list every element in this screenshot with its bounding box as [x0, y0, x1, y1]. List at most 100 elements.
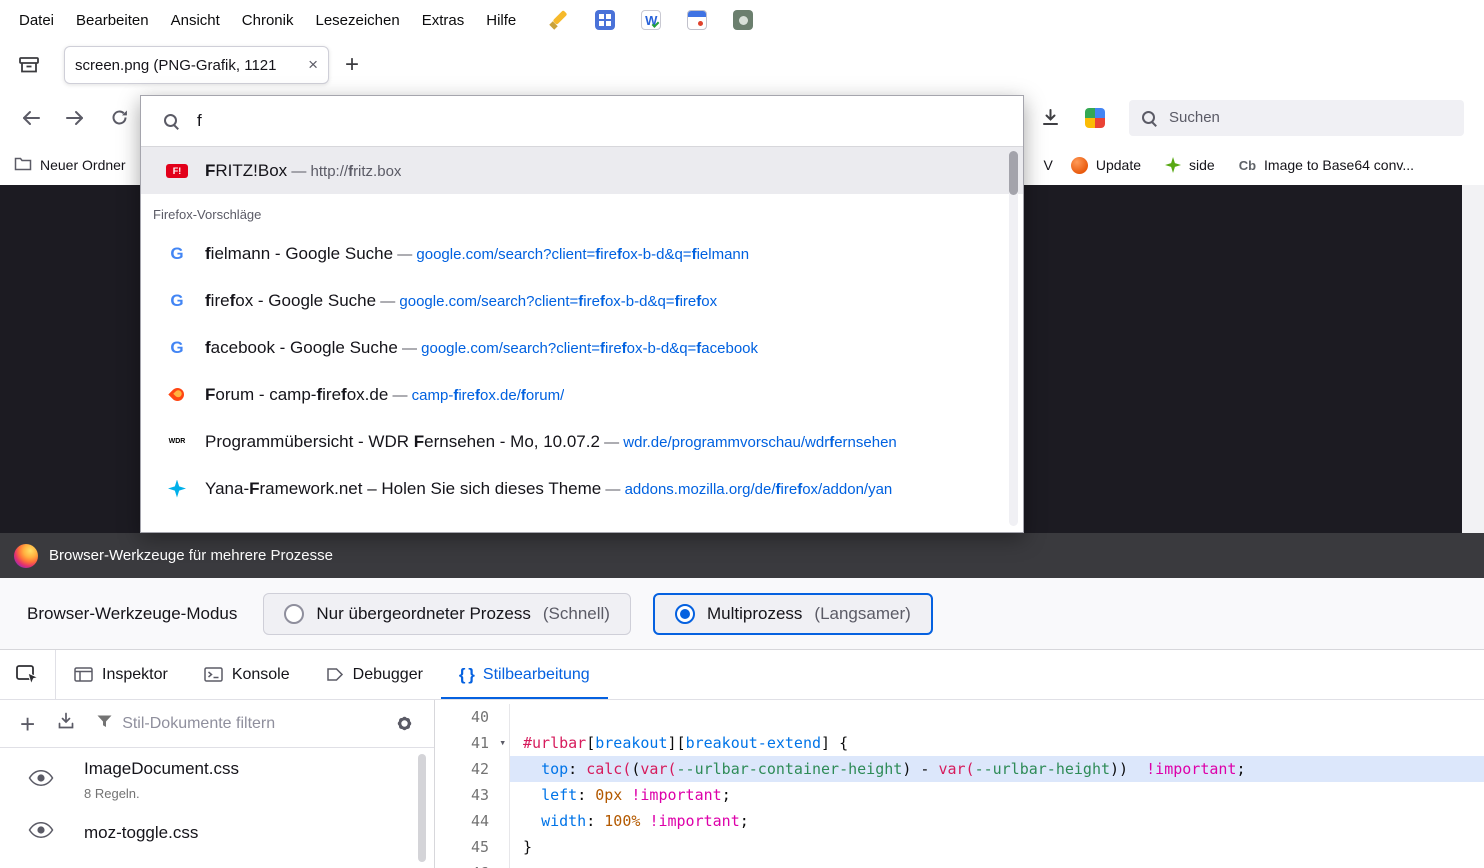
suggestion-row[interactable]: Gfacebook - Google Suche — google.com/se… [141, 324, 1023, 371]
popup-scrollbar-thumb[interactable] [1009, 151, 1018, 195]
downloads-button[interactable] [1031, 100, 1069, 136]
suggestion-url: wdr.de/programmvorschau/wdrfernsehen [623, 434, 896, 451]
menu-ansicht[interactable]: Ansicht [160, 7, 231, 34]
code-editor[interactable]: 4041▾#urlbar[breakout][breakout-extend] … [435, 700, 1484, 868]
tab-inspektor[interactable]: Inspektor [56, 650, 186, 699]
options-gear-icon[interactable] [395, 714, 414, 733]
new-style-sheet-button[interactable]: + [20, 711, 35, 737]
fold-arrow-icon[interactable]: ▾ [499, 730, 506, 756]
search-placeholder: Suchen [1169, 109, 1220, 126]
suggestion-row[interactable]: Gfirefox - Google Suche — google.com/sea… [141, 277, 1023, 324]
bookmark-folder-label: Neuer Ordner [40, 157, 126, 173]
yana-icon [168, 480, 186, 498]
tab-label: Inspektor [102, 666, 168, 684]
style-sheet-item[interactable]: ImageDocument.css8 Regeln. [0, 748, 434, 811]
sheet-name: moz-toggle.css [84, 823, 198, 843]
update-icon [1071, 157, 1088, 174]
style-sheet-item[interactable]: moz-toggle.css [0, 811, 434, 853]
mode-option-parent-process[interactable]: Nur übergeordneter Prozess (Schnell) [263, 593, 631, 635]
tab-konsole[interactable]: Konsole [186, 650, 308, 699]
styleeditor-toolbar: + Stil-Dokumente filtern [0, 700, 434, 748]
tab-label: Debugger [353, 666, 423, 684]
bookmark-cut-label[interactable]: V [1044, 157, 1053, 173]
top-result-url: http://fritz.box [311, 163, 402, 180]
pick-element-button[interactable] [0, 650, 56, 699]
urlbar-popup: f F! FRITZ!Box — http://fritz.box Firefo… [140, 95, 1024, 533]
back-button[interactable] [12, 100, 50, 136]
code-line-41[interactable]: 41▾#urlbar[breakout][breakout-extend] { [435, 730, 1484, 756]
toolbox-title: Browser-Werkzeuge für mehrere Prozesse [49, 547, 333, 564]
tab-close-icon[interactable]: × [308, 55, 318, 75]
new-tab-button[interactable]: + [345, 53, 359, 77]
code-line-45[interactable]: 45} [435, 834, 1484, 860]
suggestion-title: Forum - camp-firefox.de [205, 385, 388, 404]
visibility-eye-icon[interactable] [28, 770, 54, 791]
bookmark-label: Update [1096, 157, 1141, 173]
visibility-eye-icon[interactable] [28, 822, 54, 843]
bookmark-cb[interactable]: CbImage to Base64 conv... [1239, 157, 1414, 173]
google-icon: G [170, 244, 183, 264]
suggestion-row[interactable]: Yana-Framework.net – Holen Sie sich dies… [141, 465, 1023, 512]
apps-grid-icon[interactable] [595, 10, 615, 30]
menu-bearbeiten[interactable]: Bearbeiten [65, 7, 160, 34]
bookmark-leaf[interactable]: side [1165, 157, 1215, 173]
code-line-40[interactable]: 40 [435, 704, 1484, 730]
radio-icon[interactable] [284, 604, 304, 624]
top-result-row[interactable]: F! FRITZ!Box — http://fritz.box [141, 147, 1023, 194]
sidebar-scrollbar[interactable] [418, 754, 426, 862]
tab-debugger[interactable]: Debugger [308, 650, 441, 699]
capture-icon[interactable] [733, 10, 753, 30]
menu-chronik[interactable]: Chronik [231, 7, 305, 34]
forward-button[interactable] [56, 100, 94, 136]
suggestion-url: google.com/search?client=firefox-b-d&q=f… [416, 246, 749, 263]
menu-hilfe[interactable]: Hilfe [475, 7, 527, 34]
google-icon: G [170, 338, 183, 358]
code-text: top: calc((var(--urlbar-container-height… [510, 756, 1484, 782]
line-number: 45 [435, 834, 510, 860]
popup-scrollbar[interactable] [1009, 151, 1018, 526]
google-icon: G [170, 291, 183, 311]
suggestions-section-label: Firefox-Vorschläge [141, 194, 1023, 230]
highlighter-icon[interactable] [549, 10, 569, 30]
suggestion-title: Programmübersicht - WDR Fernsehen - Mo, … [205, 432, 600, 451]
suggestion-url: google.com/search?client=firefox-b-d&q=f… [421, 340, 758, 357]
urlbar-input-row[interactable]: f [141, 96, 1023, 147]
code-line-43[interactable]: 43 left: 0px !important; [435, 782, 1484, 808]
styleeditor-panel: + Stil-Dokumente filtern ImageDocument.c… [0, 700, 1484, 868]
reload-button[interactable] [100, 100, 138, 136]
tab-archive-icon[interactable] [14, 50, 44, 80]
devtools-tabbar: Inspektor Konsole Debugger Stilbearbeitu… [0, 650, 1484, 700]
bookmark-folder[interactable]: Neuer Ordner [14, 156, 126, 174]
funnel-icon [97, 714, 112, 734]
search-bar[interactable]: Suchen [1129, 100, 1464, 136]
separator: — [388, 387, 411, 404]
firefox-logo-icon [14, 544, 38, 568]
code-line-46[interactable]: 46 [435, 860, 1484, 868]
line-number: 40 [435, 704, 510, 730]
suggestion-row[interactable]: Forum - camp-firefox.de — camp-firefox.d… [141, 371, 1023, 418]
menu-lesezeichen[interactable]: Lesezeichen [304, 7, 410, 34]
bookmarks-right: Update side CbImage to Base64 conv... [1071, 157, 1414, 174]
extension-mosaic-icon[interactable] [1085, 108, 1105, 128]
page-scrollbar[interactable] [1462, 185, 1484, 533]
suggestion-row[interactable]: WDRProgrammübersicht - WDR Fernsehen - M… [141, 418, 1023, 465]
menu-extras[interactable]: Extras [411, 7, 476, 34]
calendar-icon[interactable] [687, 10, 707, 30]
code-text: } [510, 834, 1484, 860]
radio-icon[interactable] [675, 604, 695, 624]
suggestion-row[interactable]: Gfielmann - Google Suche — google.com/se… [141, 230, 1023, 277]
suggestion-url: google.com/search?client=firefox-b-d&q=f… [399, 293, 717, 310]
grammar-check-icon[interactable] [641, 10, 661, 30]
suggestion-url: camp-firefox.de/forum/ [412, 387, 565, 404]
bookmark-update[interactable]: Update [1071, 157, 1141, 174]
tab-screen-png[interactable]: screen.png (PNG-Grafik, 1121 × [64, 46, 329, 84]
suggestion-title: facebook - Google Suche [205, 338, 398, 357]
menu-datei[interactable]: Datei [8, 7, 65, 34]
mode-option-multiprocess[interactable]: Multiprozess (Langsamer) [653, 593, 933, 635]
code-line-42[interactable]: 42 top: calc((var(--urlbar-container-hei… [435, 756, 1484, 782]
import-style-sheet-button[interactable] [57, 712, 75, 735]
check-icon [652, 20, 660, 28]
code-line-44[interactable]: 44 width: 100% !important; [435, 808, 1484, 834]
filter-input[interactable]: Stil-Dokumente filtern [97, 714, 373, 734]
tab-stilbearbeitung[interactable]: Stilbearbeitung [441, 650, 608, 699]
